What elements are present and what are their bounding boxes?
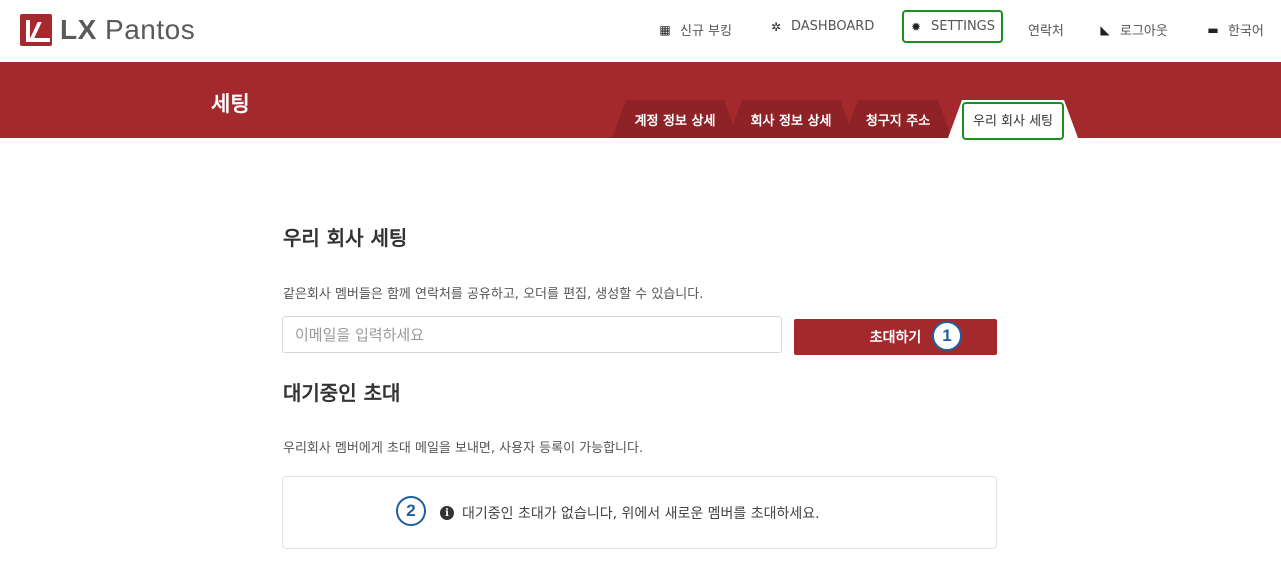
nav-logout[interactable]: ◣ 로그아웃 bbox=[1099, 20, 1168, 40]
annotation-badge-2: 2 bbox=[396, 496, 426, 526]
company-settings-description: 같은회사 멤버들은 함께 연락처를 공유하고, 오더를 편집, 생성할 수 있습… bbox=[283, 287, 704, 302]
pending-invites-title: 대기중인 초대 bbox=[283, 381, 401, 405]
nav-dashboard[interactable]: ✲ DASHBOARD bbox=[770, 19, 874, 34]
empty-state-message: i 대기중인 초대가 없습니다, 위에서 새로운 멤버를 초대하세요. bbox=[440, 503, 820, 523]
nav-new-booking-label: 신규 부킹 bbox=[680, 24, 732, 39]
nav-logout-label: 로그아웃 bbox=[1120, 24, 1168, 39]
nav-language[interactable]: ▬ 한국어 bbox=[1207, 20, 1264, 40]
page-title: 세팅 bbox=[211, 92, 250, 116]
brand-name: LX Pantos bbox=[60, 14, 196, 45]
company-settings-title: 우리 회사 세팅 bbox=[283, 226, 408, 250]
annotation-badge-1: 1 bbox=[932, 321, 962, 351]
lx-logo-icon bbox=[20, 14, 52, 46]
calculator-icon: ▦ bbox=[659, 22, 671, 37]
tab-billing-address[interactable]: 청구지 주소 bbox=[844, 100, 952, 138]
nav-settings-label: SETTINGS bbox=[931, 19, 996, 34]
invite-button[interactable]: 초대하기 bbox=[794, 319, 997, 355]
active-tab-highlight bbox=[962, 102, 1064, 140]
empty-state-text: 대기중인 초대가 없습니다, 위에서 새로운 멤버를 초대하세요. bbox=[462, 506, 820, 522]
nav-dashboard-label: DASHBOARD bbox=[791, 19, 875, 34]
nav-settings[interactable]: ✹ SETTINGS bbox=[902, 10, 1004, 43]
nav-language-label: 한국어 bbox=[1228, 24, 1264, 39]
info-icon: i bbox=[440, 506, 454, 520]
dashboard-icon: ✲ bbox=[770, 19, 782, 34]
pending-invites-description: 우리회사 멤버에게 초대 메일을 보내면, 사용자 등록이 가능합니다. bbox=[283, 441, 644, 456]
nav-contacts-label: 연락처 bbox=[1028, 24, 1064, 39]
language-icon: ▬ bbox=[1207, 22, 1219, 37]
logout-icon: ◣ bbox=[1100, 22, 1110, 37]
email-input[interactable] bbox=[282, 316, 782, 353]
tab-company-details[interactable]: 회사 정보 상세 bbox=[728, 100, 854, 138]
gear-icon: ✹ bbox=[910, 19, 922, 34]
tab-account-details[interactable]: 계정 정보 상세 bbox=[612, 100, 738, 138]
nav-contacts[interactable]: 연락처 bbox=[1028, 20, 1064, 39]
page-header-band: 세팅 계정 정보 상세 회사 정보 상세 청구지 주소 우리 회사 세팅 bbox=[0, 62, 1281, 138]
brand-logo[interactable]: LX Pantos bbox=[20, 14, 195, 46]
top-navbar: LX Pantos ▦ 신규 부킹 ✲ DASHBOARD ✹ SETTINGS… bbox=[0, 0, 1281, 62]
nav-new-booking[interactable]: ▦ 신규 부킹 bbox=[659, 20, 732, 40]
